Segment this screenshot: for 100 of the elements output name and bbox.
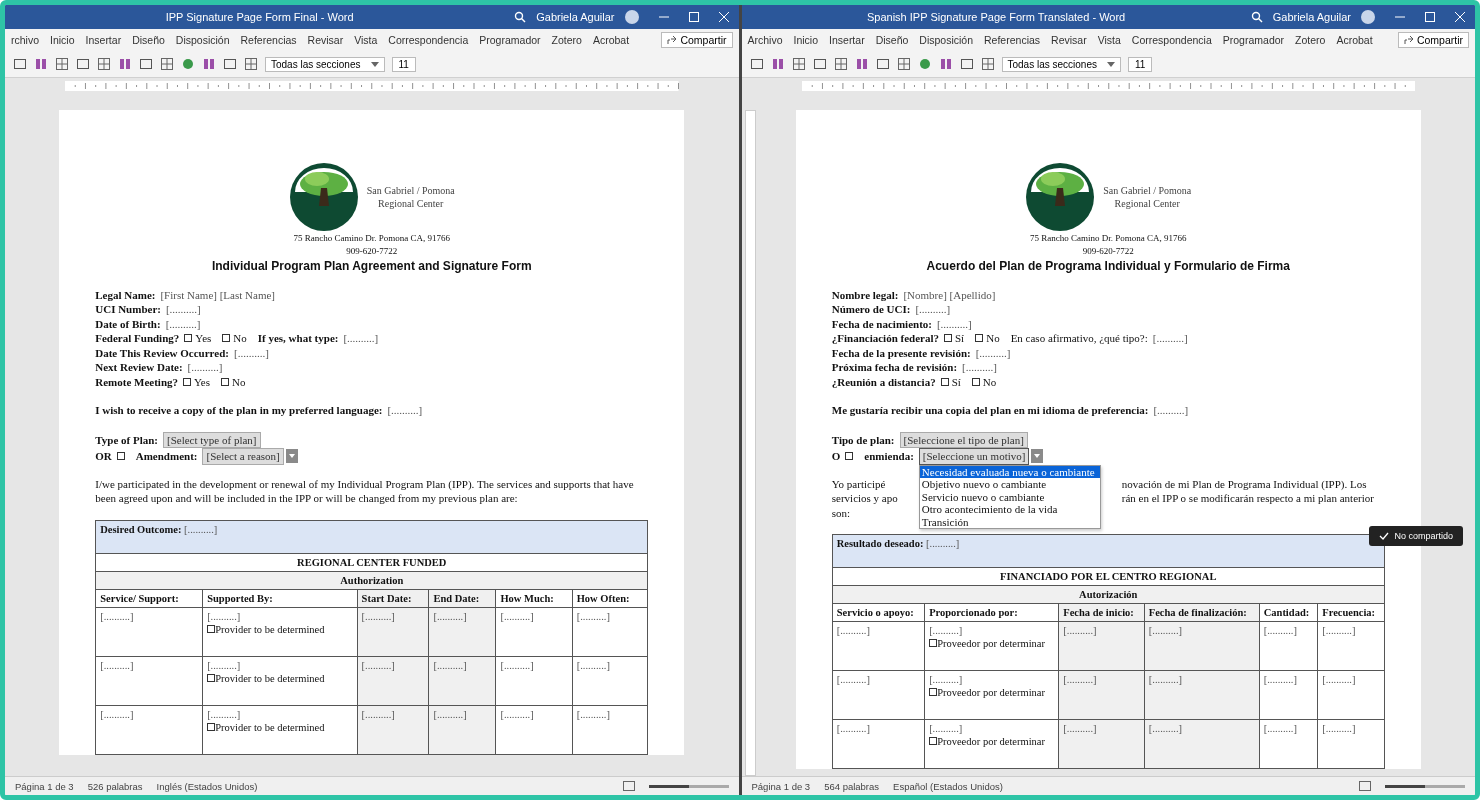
grid-icon[interactable]	[833, 57, 848, 71]
input-field[interactable]: [..........]	[929, 624, 1055, 637]
dropdown-option[interactable]: Servicio nuevo o cambiante	[919, 490, 1100, 503]
ribbon-tab[interactable]: Programador	[1222, 34, 1285, 46]
checkbox[interactable]: Proveedor por determinar	[929, 686, 1055, 699]
square-icon[interactable]	[139, 57, 153, 71]
input-field[interactable]: [..........]	[207, 609, 353, 623]
ribbon-tab[interactable]: rchivo	[11, 34, 39, 46]
dropdown-option[interactable]: Transición	[919, 515, 1100, 528]
input-field[interactable]: [..........]	[165, 302, 201, 317]
dropdown-field[interactable]: [Seleccione un motivo]	[918, 448, 1030, 465]
ribbon-tab[interactable]: Diseño	[132, 34, 165, 46]
checkbox[interactable]: Proveedor por determinar	[929, 735, 1055, 748]
input-field[interactable]: [First Name] [Last Name]	[160, 287, 275, 302]
grid-icon[interactable]	[97, 57, 111, 71]
ribbon-tab[interactable]: Revisar	[307, 34, 344, 46]
ribbon-tab[interactable]: Disposición	[919, 34, 974, 46]
bars-icon[interactable]	[34, 57, 48, 71]
search-icon[interactable]	[514, 11, 527, 23]
input-field[interactable]: [..........]	[207, 707, 353, 721]
checkbox[interactable]: Yes	[184, 331, 212, 346]
maximize-icon[interactable]	[688, 12, 699, 22]
dropdown-option[interactable]: Objetivo nuevo o cambiante	[919, 478, 1100, 491]
font-size-field[interactable]: 11	[391, 56, 416, 72]
font-size-field[interactable]: 11	[1128, 56, 1153, 72]
zoom-slider[interactable]	[1385, 784, 1465, 788]
dropdown-option[interactable]: Otro acontecimiento de la vida	[919, 503, 1100, 516]
checkbox[interactable]: No	[975, 331, 1000, 346]
square-icon[interactable]	[76, 57, 90, 71]
bars-icon[interactable]	[202, 57, 216, 71]
grid-icon[interactable]	[55, 57, 69, 71]
ribbon-tab[interactable]: Inicio	[50, 34, 75, 46]
bars-icon[interactable]	[938, 57, 953, 71]
dot-icon[interactable]	[917, 57, 932, 71]
dropdown-field[interactable]: [Seleccione el tipo de plan]	[899, 431, 1028, 448]
bars-icon[interactable]	[118, 57, 132, 71]
dot-icon[interactable]	[181, 57, 195, 71]
ribbon-tab[interactable]: Revisar	[1051, 34, 1087, 46]
checkbox[interactable]: No	[221, 374, 246, 389]
ribbon-tab[interactable]: Zotero	[1295, 34, 1326, 46]
input-field[interactable]: [..........]	[187, 360, 223, 375]
ribbon-tab[interactable]: Archivo	[747, 34, 783, 46]
dropdown-option[interactable]: Necesidad evaluada nueva o cambiante	[919, 465, 1100, 478]
avatar-icon[interactable]	[1361, 10, 1375, 24]
close-icon[interactable]	[718, 12, 729, 22]
input-field[interactable]: [..........]	[1152, 331, 1188, 346]
maximize-icon[interactable]	[1425, 12, 1435, 22]
input-field[interactable]: [..........]	[936, 316, 972, 331]
ribbon-tab[interactable]: Referencias	[240, 34, 297, 46]
square-icon[interactable]	[959, 57, 974, 71]
ribbon-tab[interactable]: Inicio	[793, 34, 819, 46]
input-field[interactable]: [..........]	[929, 722, 1055, 735]
grid-icon[interactable]	[896, 57, 911, 71]
checkbox[interactable]: Sí	[944, 331, 965, 346]
ribbon-tab[interactable]: Referencias	[984, 34, 1041, 46]
ribbon-tab[interactable]: Disposición	[175, 34, 230, 46]
square-icon[interactable]	[13, 57, 27, 71]
share-button[interactable]: Compartir	[1397, 32, 1469, 48]
grid-icon[interactable]	[244, 57, 258, 71]
input-field[interactable]: [..........]	[915, 302, 951, 317]
avatar-icon[interactable]	[624, 10, 639, 24]
dropdown-field[interactable]: [Select type of plan]	[163, 431, 261, 448]
close-icon[interactable]	[1455, 12, 1465, 22]
input-field[interactable]: [..........]	[962, 360, 997, 375]
ribbon-tab[interactable]: Correspondencia	[388, 34, 469, 46]
ribbon-tab[interactable]: Vista	[1097, 34, 1121, 46]
checkbox[interactable]: Sí	[940, 374, 961, 389]
ribbon-tab[interactable]: Programador	[479, 34, 541, 46]
zoom-slider-thumb[interactable]	[1385, 784, 1425, 788]
grid-icon[interactable]	[980, 57, 995, 71]
zoom-slider[interactable]	[648, 784, 729, 788]
square-icon[interactable]	[875, 57, 890, 71]
checkbox[interactable]: Yes	[183, 374, 211, 389]
share-button[interactable]: Compartir	[661, 32, 733, 48]
input-field[interactable]: [..........]	[929, 673, 1055, 686]
dropdown-field[interactable]: [Select a reason]	[202, 448, 284, 465]
checkbox[interactable]: Provider to be determined	[207, 622, 353, 636]
ribbon-tab[interactable]: Insertar	[829, 34, 865, 46]
page-view-icon[interactable]	[622, 781, 635, 791]
input-field[interactable]: [..........]	[343, 331, 379, 346]
bars-icon[interactable]	[854, 57, 869, 71]
ribbon-tab[interactable]: Insertar	[85, 34, 122, 46]
ribbon-tab[interactable]: Acrobat	[592, 34, 630, 46]
checkbox[interactable]: Provider to be determined	[207, 720, 353, 734]
ribbon-tab[interactable]: Zotero	[551, 34, 582, 46]
ribbon-tab[interactable]: Acrobat	[1336, 34, 1373, 46]
input-field[interactable]: [..........]	[165, 316, 201, 331]
input-field[interactable]: [..........]	[207, 658, 353, 672]
square-icon[interactable]	[749, 57, 764, 71]
zoom-slider-thumb[interactable]	[648, 784, 689, 788]
search-icon[interactable]	[1250, 11, 1263, 23]
input-field[interactable]: [..........]	[387, 403, 423, 418]
input-field[interactable]: [Nombre] [Apellido]	[903, 287, 996, 302]
square-icon[interactable]	[812, 57, 827, 71]
grid-icon[interactable]	[791, 57, 806, 71]
bars-icon[interactable]	[770, 57, 785, 71]
input-field[interactable]: [..........]	[233, 345, 269, 360]
page-view-icon[interactable]	[1359, 781, 1371, 791]
input-field[interactable]: [..........]	[975, 345, 1011, 360]
square-icon[interactable]	[223, 57, 237, 71]
